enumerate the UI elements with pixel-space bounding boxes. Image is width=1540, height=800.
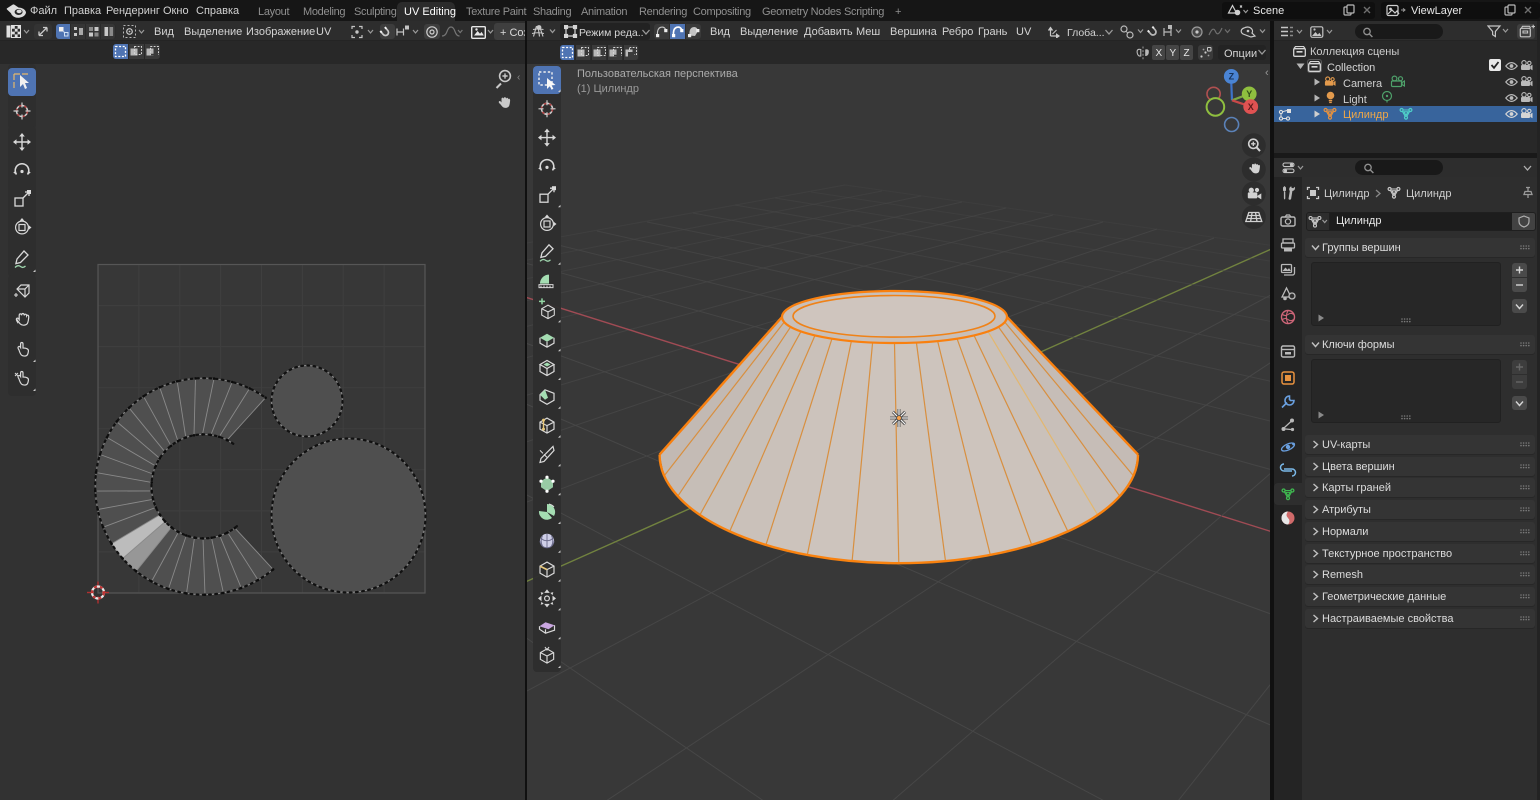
svg-text:(1) Цилиндр: (1) Цилиндр	[577, 83, 639, 95]
svg-text:Пользовательская перспектива: Пользовательская перспектива	[577, 68, 739, 80]
svg-text:‹: ‹	[1265, 67, 1269, 79]
svg-text:X: X	[1248, 102, 1254, 112]
svg-text:Y: Y	[1246, 89, 1252, 99]
svg-text:Z: Z	[1229, 72, 1235, 82]
svg-text:‹: ‹	[517, 72, 520, 83]
svg-text:+ Соз: + Соз	[500, 27, 525, 39]
